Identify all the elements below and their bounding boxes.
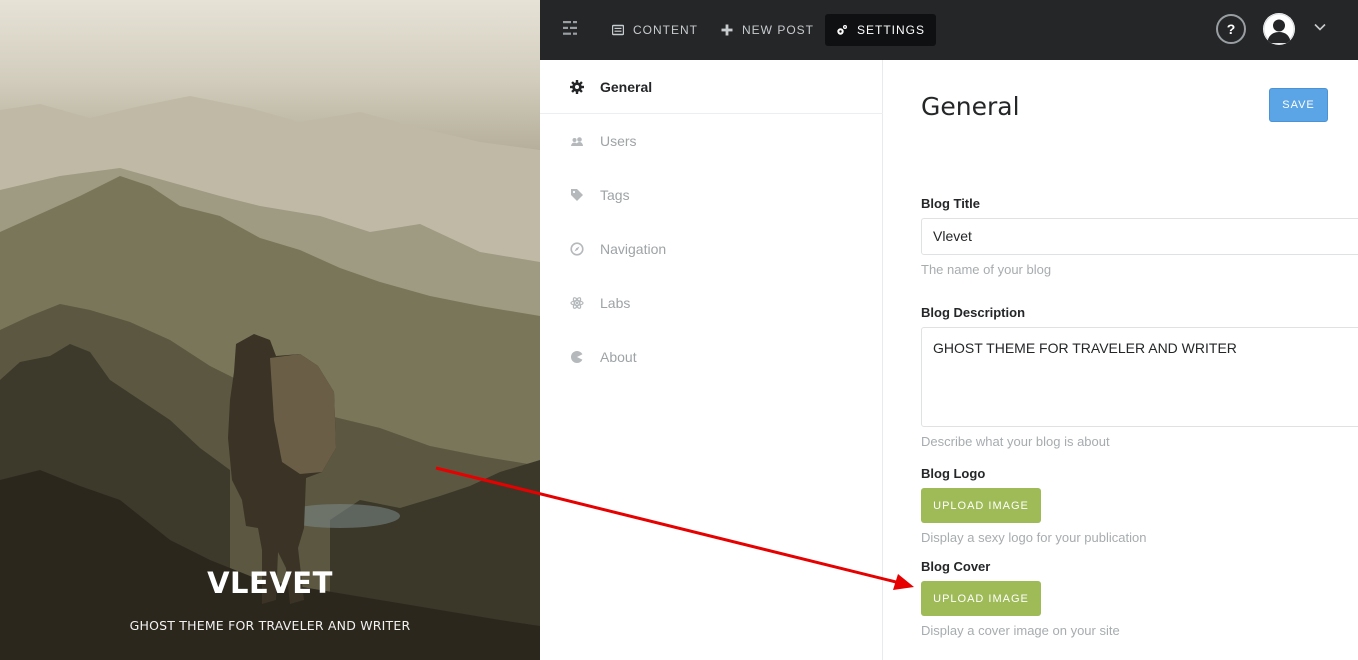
chevron-down-icon[interactable] [1314, 22, 1326, 32]
sidebar-item-general[interactable]: General [540, 60, 883, 114]
user-avatar[interactable] [1263, 13, 1295, 45]
blog-title-label: Blog Title [921, 196, 980, 211]
mountain-landscape [0, 96, 540, 660]
blog-description-hint: Describe what your blog is about [921, 434, 1110, 449]
nav-content-label: CONTENT [633, 23, 698, 37]
sidebar-item-label: Tags [600, 187, 630, 203]
upload-logo-button[interactable]: UPLOAD IMAGE [921, 488, 1041, 523]
blog-cover-hint: Display a cover image on your site [921, 623, 1120, 638]
sidebar-item-label: General [600, 78, 653, 95]
blog-logo-label: Blog Logo [921, 466, 986, 481]
cover-photo: VLEVET GHOST THEME FOR TRAVELER AND WRIT… [0, 0, 540, 660]
atom-icon [570, 297, 584, 309]
sidebar-item-about[interactable]: About [540, 330, 883, 384]
sidebar-item-labs[interactable]: Labs [540, 276, 883, 330]
nav-new-post[interactable]: NEW POST [710, 14, 825, 46]
general-settings-panel: General SAVE Blog Title Vlevet The name … [883, 60, 1358, 660]
plus-icon [721, 24, 733, 36]
nav-settings[interactable]: SETTINGS [825, 14, 937, 46]
blog-description-textarea[interactable]: GHOST THEME FOR TRAVELER AND WRITER [921, 327, 1358, 427]
content-icon [612, 24, 624, 36]
page-title: General [921, 92, 1020, 121]
save-button[interactable]: SAVE [1269, 88, 1328, 122]
users-icon [571, 137, 583, 146]
sidebar-item-tags[interactable]: Tags [540, 168, 883, 222]
sidebar-item-label: Users [600, 133, 637, 149]
nav-settings-label: SETTINGS [857, 23, 926, 37]
settings-sidebar: General Users Tags Navigation Labs About [540, 60, 883, 660]
upload-cover-button[interactable]: UPLOAD IMAGE [921, 581, 1041, 616]
sidebar-item-users[interactable]: Users [540, 114, 883, 168]
nav-content[interactable]: CONTENT [601, 14, 709, 46]
blog-description-label: Blog Description [921, 305, 1026, 320]
blog-title-hint: The name of your blog [921, 262, 1052, 277]
compass-icon [570, 242, 584, 256]
sidebar-item-label: Labs [600, 295, 631, 311]
blog-cover-label: Blog Cover [921, 559, 991, 574]
blog-title-input[interactable]: Vlevet [921, 218, 1358, 255]
tag-icon [571, 189, 583, 201]
user-icon [1263, 13, 1295, 45]
gear-icon [570, 79, 584, 94]
sidebar-item-label: About [600, 349, 637, 365]
help-icon: ? [1226, 21, 1236, 37]
top-nav-bar: CONTENT NEW POST SETTINGS ? [540, 0, 1358, 60]
blog-logo-hint: Display a sexy logo for your publication [921, 530, 1147, 545]
nav-new-post-label: NEW POST [742, 23, 815, 37]
ghost-icon [571, 351, 583, 363]
sidebar-item-label: Navigation [600, 241, 667, 257]
hero-subtitle: GHOST THEME FOR TRAVELER AND WRITER [129, 618, 411, 633]
help-button[interactable]: ? [1216, 14, 1246, 44]
gears-icon [837, 25, 847, 35]
sidebar-item-navigation[interactable]: Navigation [540, 222, 883, 276]
hero-title: VLEVET [207, 566, 333, 600]
menu-icon[interactable] [563, 21, 577, 35]
